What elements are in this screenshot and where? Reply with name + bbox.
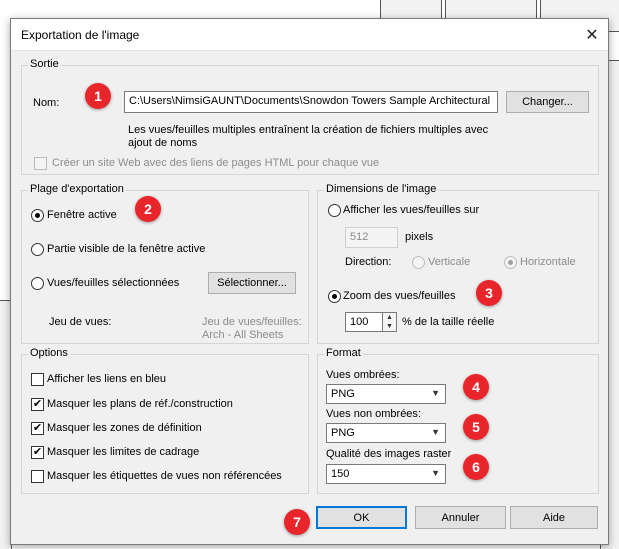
hide-unreferenced-tags-label[interactable]: Masquer les étiquettes de vues non référ…	[47, 470, 282, 482]
annotation-marker-5: 5	[463, 414, 489, 440]
vertical-radio[interactable]	[412, 256, 425, 269]
visible-part-label[interactable]: Partie visible de la fenêtre active	[47, 243, 205, 255]
direction-label: Direction:	[345, 256, 392, 268]
export-range-group: Plage d'exportation Fenêtre active Parti…	[21, 183, 309, 344]
create-website-checkbox[interactable]	[34, 157, 47, 170]
show-links-blue-checkbox[interactable]	[31, 373, 44, 386]
help-button[interactable]: Aide	[510, 506, 598, 529]
annotation-marker-7: 7	[284, 509, 310, 535]
pixels-label: pixels	[405, 231, 434, 243]
checkmark-icon: ✔	[32, 422, 43, 434]
raster-quality-label: Qualité des images raster	[326, 448, 452, 460]
title-bar: Exportation de l'image ✕	[11, 19, 608, 51]
stepper-up-icon[interactable]: ▲	[383, 313, 396, 322]
multiple-files-note-line2: ajout de noms	[128, 137, 198, 149]
visible-part-radio[interactable]	[31, 243, 44, 256]
view-set-line2: Arch - All Sheets	[202, 329, 284, 341]
zoom-stepper-arrows[interactable]: ▲ ▼	[383, 312, 397, 332]
horizontal-radio[interactable]	[504, 256, 517, 269]
options-legend: Options	[28, 347, 70, 359]
chevron-down-icon: ▼	[431, 468, 440, 478]
vertical-label[interactable]: Verticale	[428, 256, 470, 268]
file-name-input[interactable]: C:\Users\NimsiGAUNT\Documents\Snowdon To…	[124, 91, 498, 113]
stepper-down-icon[interactable]: ▼	[383, 322, 396, 331]
close-icon[interactable]: ✕	[576, 19, 608, 50]
chevron-down-icon: ▼	[431, 388, 440, 398]
ok-button[interactable]: OK	[316, 506, 407, 529]
view-set-line1: Jeu de vues/feuilles:	[202, 316, 302, 328]
change-button[interactable]: Changer...	[506, 91, 589, 113]
view-set-label: Jeu de vues:	[49, 316, 112, 328]
annotation-marker-2: 2	[135, 196, 161, 222]
name-label: Nom:	[33, 97, 60, 109]
image-size-group: Dimensions de l'image Afficher les vues/…	[317, 183, 599, 344]
export-range-legend: Plage d'exportation	[28, 183, 126, 195]
hide-scope-boxes-checkbox[interactable]: ✔	[31, 422, 44, 435]
format-legend: Format	[324, 347, 363, 359]
format-group: Format Vues ombrées: PNG ▼ Vues non ombr…	[317, 347, 599, 494]
output-group: Sortie Nom: C:\Users\NimsiGAUNT\Document…	[21, 58, 599, 175]
shaded-views-select[interactable]: PNG ▼	[326, 384, 446, 404]
annotation-marker-3: 3	[476, 280, 502, 306]
hide-scope-boxes-label[interactable]: Masquer les zones de définition	[47, 422, 202, 434]
create-website-label: Créer un site Web avec des liens de page…	[52, 157, 380, 169]
shaded-views-label: Vues ombrées:	[326, 369, 400, 381]
selected-views-radio[interactable]	[31, 277, 44, 290]
unshaded-views-value: PNG	[331, 427, 355, 439]
fit-to-radio[interactable]	[328, 204, 341, 217]
active-window-label[interactable]: Fenêtre active	[47, 209, 117, 221]
hide-ref-planes-checkbox[interactable]: ✔	[31, 398, 44, 411]
selected-views-label[interactable]: Vues/feuilles sélectionnées	[47, 277, 179, 289]
horizontal-label[interactable]: Horizontale	[520, 256, 576, 268]
dialog-title: Exportation de l'image	[21, 28, 140, 42]
fit-to-label[interactable]: Afficher les vues/feuilles sur	[343, 204, 479, 216]
multiple-files-note-line1: Les vues/feuilles multiples entraînent l…	[128, 124, 489, 136]
hide-crop-boundaries-checkbox[interactable]: ✔	[31, 446, 44, 459]
zoom-radio[interactable]	[328, 290, 341, 303]
shaded-views-value: PNG	[331, 388, 355, 400]
checkmark-icon: ✔	[32, 398, 43, 410]
hide-unreferenced-tags-checkbox[interactable]	[31, 470, 44, 483]
chevron-down-icon: ▼	[431, 427, 440, 437]
annotation-marker-4: 4	[463, 374, 489, 400]
pixels-input[interactable]: 512	[345, 227, 398, 248]
options-group: Options Afficher les liens en bleu ✔ Mas…	[21, 347, 309, 494]
image-size-legend: Dimensions de l'image	[324, 183, 439, 195]
annotation-marker-6: 6	[463, 454, 489, 480]
unshaded-views-select[interactable]: PNG ▼	[326, 423, 446, 443]
zoom-label[interactable]: Zoom des vues/feuilles	[343, 290, 456, 302]
hide-crop-boundaries-label[interactable]: Masquer les limites de cadrage	[47, 446, 199, 458]
cancel-button[interactable]: Annuler	[415, 506, 506, 529]
zoom-value[interactable]: 100	[345, 312, 383, 332]
hide-ref-planes-label[interactable]: Masquer les plans de réf./construction	[47, 398, 233, 410]
annotation-marker-1: 1	[85, 83, 111, 109]
output-group-legend: Sortie	[28, 58, 61, 70]
active-window-radio[interactable]	[31, 209, 44, 222]
raster-quality-value: 150	[331, 468, 350, 480]
checkmark-icon: ✔	[32, 446, 43, 458]
zoom-suffix-label: % de la taille réelle	[402, 316, 495, 328]
raster-quality-select[interactable]: 150 ▼	[326, 464, 446, 484]
unshaded-views-label: Vues non ombrées:	[326, 408, 421, 420]
show-links-blue-label[interactable]: Afficher les liens en bleu	[47, 373, 166, 385]
export-image-dialog: Exportation de l'image ✕ Sortie Nom: C:\…	[10, 18, 609, 545]
select-views-button[interactable]: Sélectionner...	[208, 272, 296, 294]
